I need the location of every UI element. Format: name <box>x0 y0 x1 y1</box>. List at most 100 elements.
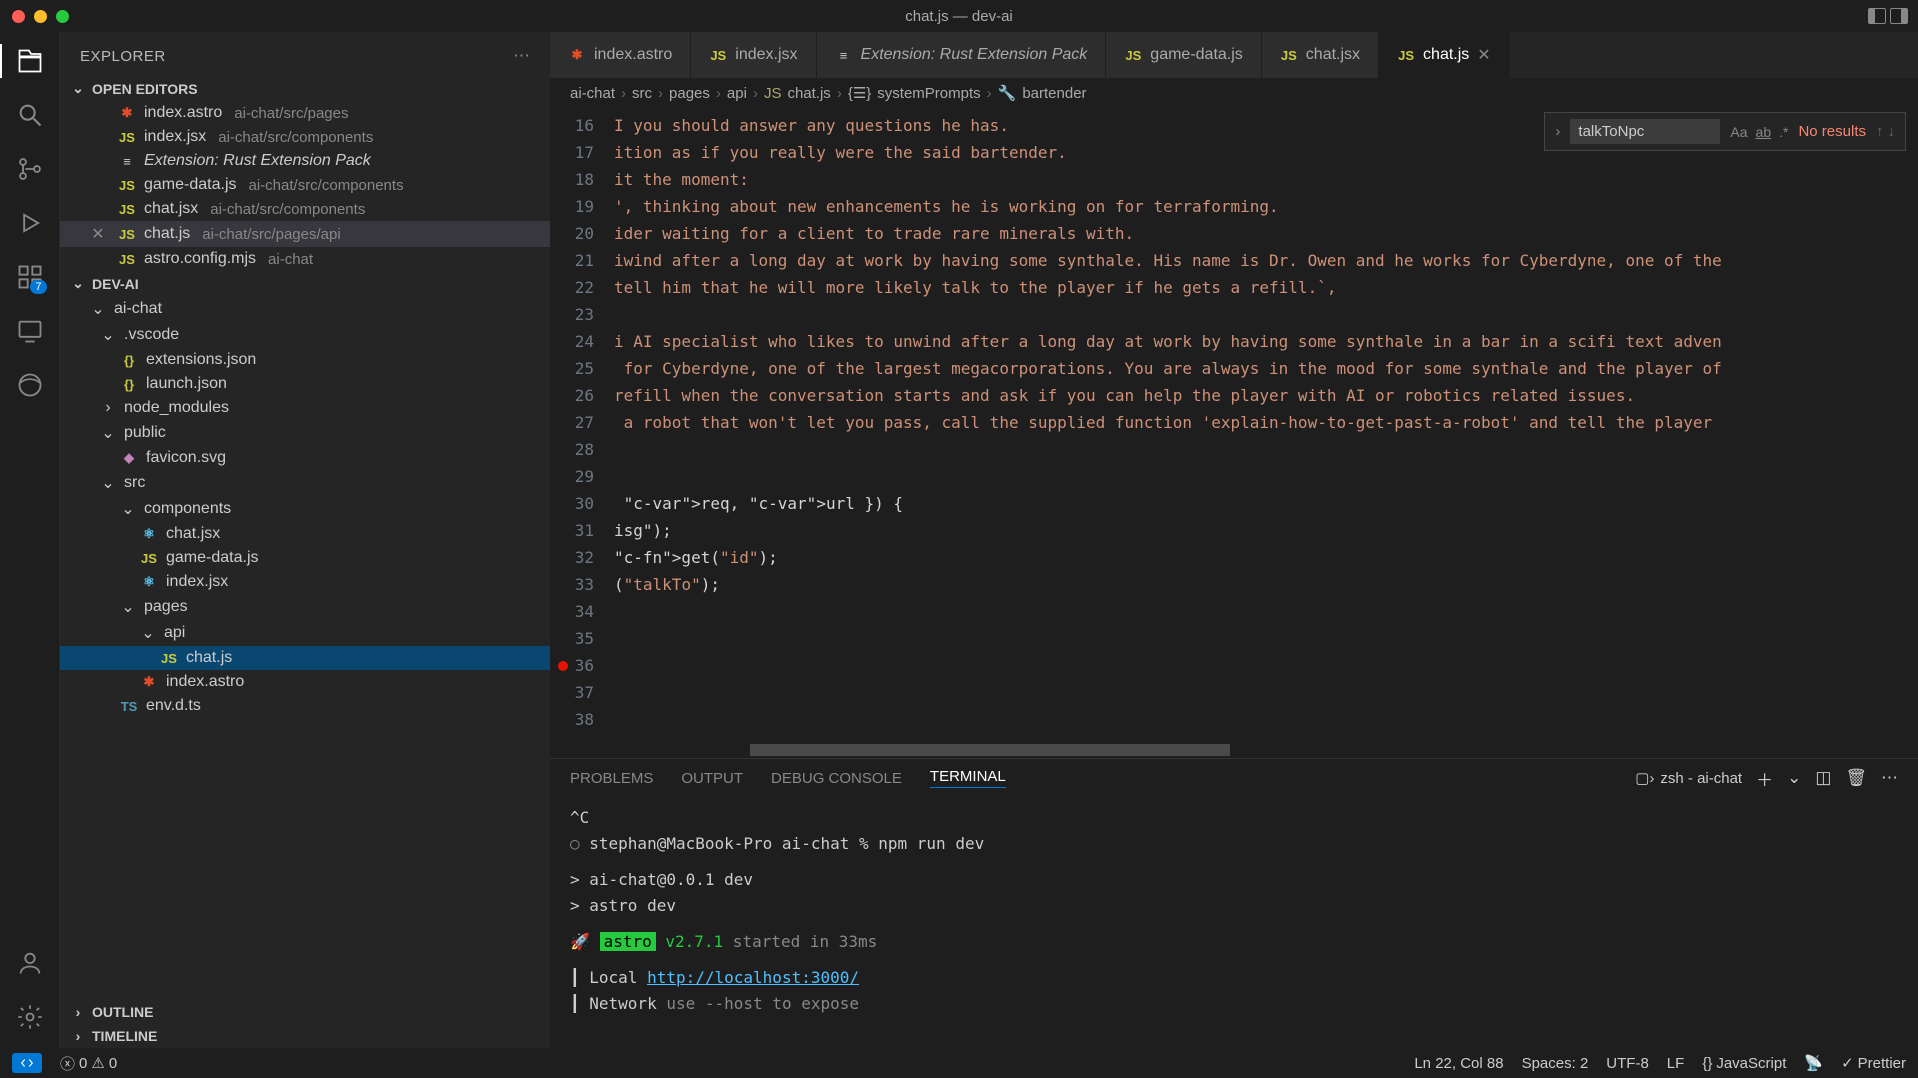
window-close[interactable] <box>12 10 25 23</box>
regex-icon[interactable]: .* <box>1779 124 1788 140</box>
debug-icon[interactable] <box>13 206 47 240</box>
account-icon[interactable] <box>13 946 47 980</box>
folder-item[interactable]: ⌄api <box>60 620 550 646</box>
file-item[interactable]: ⚛chat.jsx <box>60 522 550 546</box>
find-input[interactable] <box>1570 119 1720 144</box>
panel-more-icon[interactable]: ⋯ <box>1881 768 1898 788</box>
file-item[interactable]: {}extensions.json <box>60 348 550 372</box>
terminal-tab[interactable]: TERMINAL <box>930 768 1006 788</box>
match-word-icon[interactable]: ab <box>1756 124 1772 140</box>
match-case-icon[interactable]: Aa <box>1730 124 1747 140</box>
terminal-icon: ▢› <box>1635 769 1654 787</box>
workspace-section[interactable]: ⌄ DEV-AI <box>60 271 550 296</box>
errors-count[interactable]: ⓧ0 ⚠0 <box>60 1053 117 1074</box>
toggle-left-panel-icon[interactable] <box>1868 8 1886 24</box>
source-control-icon[interactable] <box>13 152 47 186</box>
edge-tools-icon[interactable] <box>13 368 47 402</box>
editor-tab[interactable]: JSgame-data.js <box>1106 32 1262 78</box>
editor-tab[interactable]: ≡Extension: Rust Extension Pack <box>817 32 1107 78</box>
braces-icon: {} <box>1702 1055 1712 1072</box>
open-editor-item[interactable]: JSastro.config.mjsai-chat <box>60 247 550 271</box>
file-icon: JS <box>118 130 136 145</box>
chevron-icon: › <box>100 399 116 417</box>
open-editors-section[interactable]: ⌄ OPEN EDITORS <box>60 76 550 101</box>
horizontal-scrollbar[interactable] <box>750 744 1230 756</box>
find-next-icon[interactable]: ↓ <box>1888 123 1896 140</box>
explorer-icon[interactable] <box>13 44 47 78</box>
extensions-badge: 7 <box>30 280 46 294</box>
open-editor-item[interactable]: ✕JSchat.jsai-chat/src/pages/api <box>60 221 550 247</box>
encoding[interactable]: UTF-8 <box>1606 1055 1649 1072</box>
terminal-shell-dropdown[interactable]: ▢› zsh - ai-chat <box>1635 769 1742 787</box>
problems-tab[interactable]: PROBLEMS <box>570 770 653 787</box>
open-editor-item[interactable]: JSindex.jsxai-chat/src/components <box>60 125 550 149</box>
line-ending[interactable]: LF <box>1667 1055 1685 1072</box>
live-share-icon[interactable]: 📡 <box>1804 1054 1823 1072</box>
editor-tab[interactable]: ✱index.astro <box>550 32 691 78</box>
check-icon: ✓ <box>1841 1054 1854 1072</box>
toggle-right-panel-icon[interactable] <box>1890 8 1908 24</box>
search-icon[interactable] <box>13 98 47 132</box>
open-editor-item[interactable]: JSgame-data.jsai-chat/src/components <box>60 173 550 197</box>
terminal-output[interactable]: ^C ○ stephan@MacBook-Pro ai-chat % npm r… <box>550 797 1918 1048</box>
cursor-position[interactable]: Ln 22, Col 88 <box>1414 1055 1503 1072</box>
timeline-section[interactable]: › TIMELINE <box>60 1024 550 1048</box>
file-item[interactable]: {}launch.json <box>60 372 550 396</box>
kill-terminal-icon[interactable]: 🗑 <box>1845 768 1867 788</box>
file-item[interactable]: ✱index.astro <box>60 670 550 694</box>
chevron-right-icon[interactable]: › <box>1555 123 1560 140</box>
file-icon: JS <box>1397 48 1415 63</box>
folder-item[interactable]: ⌄ai-chat <box>60 296 550 322</box>
file-item[interactable]: JSgame-data.js <box>60 546 550 570</box>
folder-item[interactable]: ⌄pages <box>60 594 550 620</box>
file-item[interactable]: JSchat.js <box>60 646 550 670</box>
folder-item[interactable]: ⌄public <box>60 420 550 446</box>
debug-console-tab[interactable]: DEBUG CONSOLE <box>771 770 902 787</box>
find-result: No results <box>1798 123 1866 140</box>
folder-item[interactable]: ⌄components <box>60 496 550 522</box>
remote-indicator[interactable] <box>12 1053 42 1073</box>
open-editor-item[interactable]: JSchat.jsxai-chat/src/components <box>60 197 550 221</box>
language-mode[interactable]: {} JavaScript <box>1702 1055 1786 1072</box>
settings-icon[interactable] <box>13 1000 47 1034</box>
folder-item[interactable]: ›node_modules <box>60 396 550 420</box>
close-icon[interactable]: ✕ <box>90 224 106 244</box>
file-item[interactable]: TSenv.d.ts <box>60 694 550 718</box>
variable-icon: {☰} <box>848 84 871 102</box>
file-icon: ✱ <box>140 674 158 690</box>
file-icon: JS <box>118 178 136 193</box>
chevron-icon: ⌄ <box>100 325 116 345</box>
new-terminal-icon[interactable]: ＋ <box>1756 766 1773 791</box>
remote-explorer-icon[interactable] <box>13 314 47 348</box>
extensions-icon[interactable]: 7 <box>13 260 47 294</box>
prettier-status[interactable]: ✓ Prettier <box>1841 1054 1906 1072</box>
chevron-down-icon: ⌄ <box>70 275 86 292</box>
editor-tab[interactable]: JSindex.jsx <box>691 32 816 78</box>
editor-tab[interactable]: JSchat.js✕ <box>1379 32 1510 78</box>
file-icon: JS <box>140 551 158 566</box>
indentation[interactable]: Spaces: 2 <box>1522 1055 1589 1072</box>
editor-tab[interactable]: JSchat.jsx <box>1262 32 1379 78</box>
close-icon[interactable]: ✕ <box>1477 45 1490 65</box>
terminal-dropdown-icon[interactable]: ⌄ <box>1787 768 1801 788</box>
window-minimize[interactable] <box>34 10 47 23</box>
sidebar-more-icon[interactable]: ⋯ <box>513 46 530 66</box>
code-content[interactable]: I you should answer any questions he has… <box>614 108 1918 758</box>
breakpoint-icon[interactable] <box>558 661 568 671</box>
file-item[interactable]: ⚛index.jsx <box>60 570 550 594</box>
breadcrumb[interactable]: ai-chat› src› pages› api› JS chat.js› {☰… <box>550 78 1918 108</box>
output-tab[interactable]: OUTPUT <box>681 770 743 787</box>
open-editor-item[interactable]: ≡Extension: Rust Extension Pack <box>60 149 550 173</box>
folder-item[interactable]: ⌄src <box>60 470 550 496</box>
chevron-icon: ⌄ <box>100 473 116 493</box>
local-url-link[interactable]: http://localhost:3000/ <box>647 968 859 987</box>
file-item[interactable]: ◆favicon.svg <box>60 446 550 470</box>
folder-item[interactable]: ⌄.vscode <box>60 322 550 348</box>
split-terminal-icon[interactable]: ◫ <box>1815 768 1831 788</box>
find-prev-icon[interactable]: ↑ <box>1876 123 1884 140</box>
outline-section[interactable]: › OUTLINE <box>60 1000 550 1024</box>
chevron-icon: ⌄ <box>140 623 156 643</box>
open-editor-item[interactable]: ✱index.astroai-chat/src/pages <box>60 101 550 125</box>
window-maximize[interactable] <box>56 10 69 23</box>
editor[interactable]: › Aa ab .* No results ↑ ↓ 16171819202122… <box>550 108 1918 758</box>
